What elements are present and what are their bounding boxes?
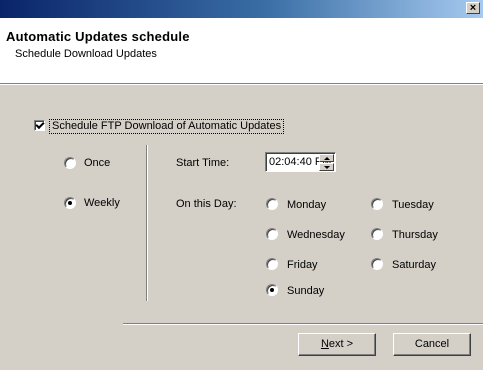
start-time-field[interactable]: 02:04:40 PM xyxy=(265,152,336,172)
radio-tuesday-label[interactable]: Tuesday xyxy=(392,199,434,212)
page-title: Automatic Updates schedule xyxy=(6,29,190,44)
radio-wednesday[interactable] xyxy=(266,228,278,240)
radio-tuesday[interactable] xyxy=(371,198,383,210)
title-bar: × xyxy=(0,0,483,18)
checkmark-icon xyxy=(35,119,45,130)
close-button[interactable]: × xyxy=(466,2,480,14)
radio-selected-dot xyxy=(68,201,72,205)
radio-weekly-label[interactable]: Weekly xyxy=(84,197,120,210)
radio-saturday-label[interactable]: Saturday xyxy=(392,259,436,272)
start-time-label: Start Time: xyxy=(176,157,230,169)
radio-friday-label[interactable]: Friday xyxy=(287,259,318,272)
radio-selected-dot xyxy=(270,288,274,292)
radio-monday-label[interactable]: Monday xyxy=(287,199,326,212)
schedule-ftp-checkbox[interactable] xyxy=(34,119,45,131)
radio-saturday[interactable] xyxy=(371,258,383,270)
spin-down-button[interactable] xyxy=(319,163,334,171)
page-subtitle: Schedule Download Updates xyxy=(15,48,157,60)
vertical-divider xyxy=(146,145,147,301)
wizard-header: Automatic Updates schedule Schedule Down… xyxy=(0,18,483,83)
radio-weekly[interactable] xyxy=(64,197,76,209)
radio-thursday-label[interactable]: Thursday xyxy=(392,229,438,242)
arrow-up-icon xyxy=(324,157,330,160)
next-label: ext > xyxy=(328,338,354,350)
time-spinner[interactable] xyxy=(319,154,334,171)
radio-once-label[interactable]: Once xyxy=(84,157,110,170)
radio-monday[interactable] xyxy=(266,198,278,210)
day-label: On this Day: xyxy=(176,198,237,210)
cancel-button[interactable]: Cancel xyxy=(393,333,471,356)
header-divider-highlight xyxy=(0,84,483,85)
radio-once[interactable] xyxy=(64,157,76,169)
radio-thursday[interactable] xyxy=(371,228,383,240)
radio-friday[interactable] xyxy=(266,258,278,270)
spin-up-button[interactable] xyxy=(319,154,334,162)
radio-sunday[interactable] xyxy=(266,284,278,296)
radio-sunday-label[interactable]: Sunday xyxy=(287,285,324,298)
schedule-ftp-label[interactable]: Schedule FTP Download of Automatic Updat… xyxy=(49,119,285,134)
next-button[interactable]: Next > xyxy=(298,333,376,356)
next-mnemonic: N xyxy=(320,338,329,350)
arrow-down-icon xyxy=(324,166,330,169)
footer-divider-highlight xyxy=(123,324,483,325)
radio-wednesday-label[interactable]: Wednesday xyxy=(287,229,345,242)
